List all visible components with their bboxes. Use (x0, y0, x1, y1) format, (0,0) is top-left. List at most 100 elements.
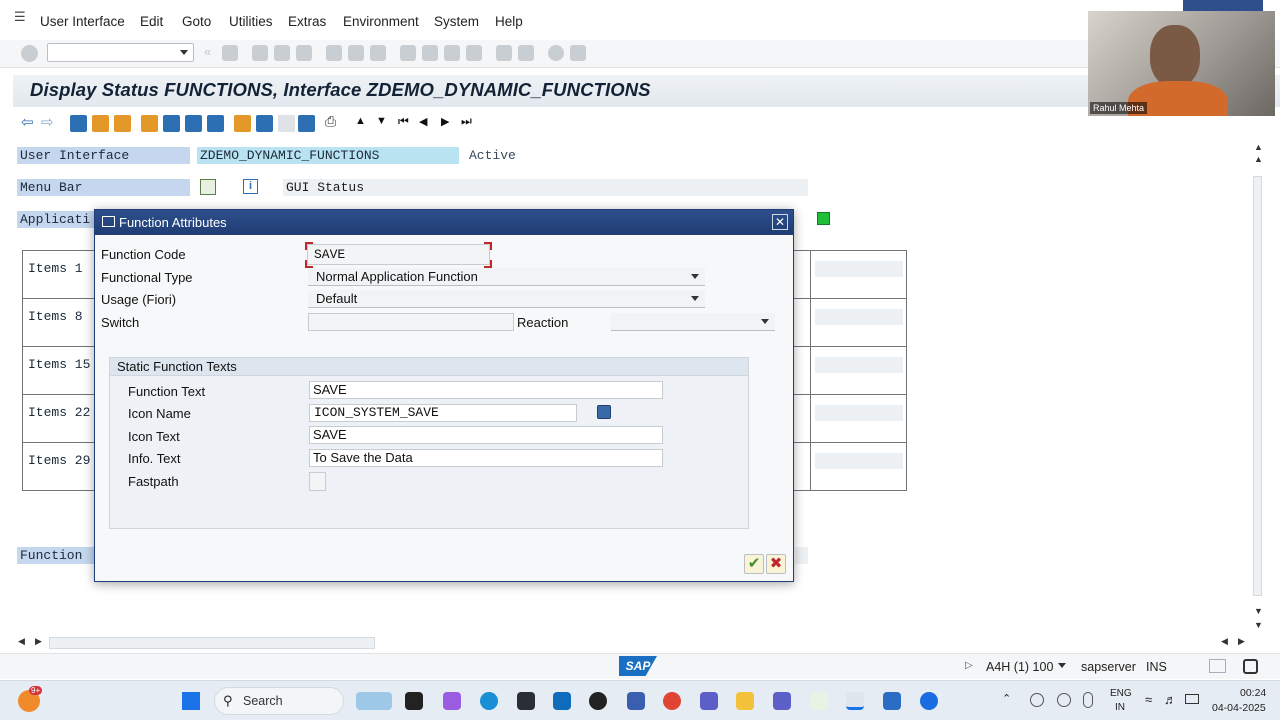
last-page-icon[interactable] (466, 45, 482, 61)
wifi-icon[interactable]: ≈ (1145, 692, 1152, 707)
menu-edit[interactable]: Edit (140, 14, 163, 29)
scroll-left-icon[interactable]: ◀ (1221, 636, 1228, 647)
store-icon[interactable] (517, 692, 535, 710)
active-inactive-icon[interactable] (114, 115, 131, 132)
horizontal-scrollbar[interactable]: ◀ ▶ ◀ ▶ (13, 636, 1253, 650)
sync-icon[interactable] (1057, 693, 1071, 707)
cancel-icon[interactable] (296, 45, 312, 61)
search-highlight-icon[interactable] (356, 692, 392, 710)
onedrive-icon[interactable] (1030, 693, 1044, 707)
menu-user-interface[interactable]: User Interface (40, 14, 125, 29)
exit-icon[interactable] (274, 45, 290, 61)
shortcut-icon[interactable] (518, 45, 534, 61)
usage-fiori-select[interactable]: Default (308, 290, 705, 308)
forward-arrow-icon[interactable]: ⇨ (41, 113, 58, 131)
clock-date[interactable]: 04-04-2025 (1212, 702, 1266, 714)
last-icon[interactable]: ⏭ (461, 114, 478, 131)
menu-utilities[interactable]: Utilities (229, 14, 273, 29)
menu-goto[interactable]: Goto (182, 14, 211, 29)
table-icon[interactable] (278, 115, 295, 132)
cancel-button[interactable]: ✖ (766, 554, 786, 574)
function-text-field[interactable]: SAVE (309, 381, 663, 399)
copilot-icon[interactable] (443, 692, 461, 710)
chevron-down-icon[interactable] (761, 319, 769, 324)
sap-logon-icon[interactable] (810, 692, 828, 710)
display-change-icon[interactable] (70, 115, 87, 132)
scroll-up-icon[interactable]: ▲ (1254, 142, 1263, 152)
chevron-down-icon[interactable] (691, 296, 699, 301)
first-icon[interactable]: ⏮ (398, 114, 415, 131)
expand-icon[interactable] (200, 179, 216, 195)
icon-text-field[interactable]: SAVE (309, 426, 663, 444)
system-info[interactable]: A4H (1) 100 (986, 660, 1053, 674)
status-expand-icon[interactable]: ▷ (965, 660, 973, 671)
clock-time[interactable]: 00:24 (1240, 687, 1266, 699)
menu-environment[interactable]: Environment (343, 14, 419, 29)
command-field[interactable] (47, 43, 194, 62)
grid-cell[interactable] (815, 309, 903, 325)
functional-type-select[interactable]: Normal Application Function (308, 268, 705, 286)
edit-icon[interactable] (163, 115, 180, 132)
menu-options-icon[interactable]: ☰ (14, 10, 28, 24)
find-icon[interactable] (348, 45, 364, 61)
print-icon[interactable] (326, 45, 342, 61)
tray-chevron-icon[interactable]: ⌃ (1002, 692, 1011, 705)
arrow-down-icon[interactable]: ▼ (376, 115, 393, 132)
scroll-down-icon[interactable]: ▼ (1254, 620, 1263, 630)
hierarchy-icon[interactable] (234, 115, 251, 132)
windows-start-icon[interactable] (182, 692, 200, 710)
back-icon[interactable] (252, 45, 268, 61)
menu-system[interactable]: System (434, 14, 479, 29)
scroll-left-icon[interactable]: ◀ (18, 636, 25, 647)
taskbar-search[interactable]: ⚲ Search (214, 687, 344, 715)
chevron-down-icon[interactable] (180, 50, 188, 55)
other-object-icon[interactable] (92, 115, 109, 132)
chevron-down-icon[interactable] (691, 274, 699, 279)
scroll-up-icon[interactable]: ▲ (1254, 154, 1263, 164)
new-session-icon[interactable] (496, 45, 512, 61)
scroll-right-icon[interactable]: ▶ (1238, 636, 1245, 647)
menu-extras[interactable]: Extras (288, 14, 326, 29)
print-icon[interactable]: ⎙ (325, 113, 342, 130)
where-used-icon[interactable] (185, 115, 202, 132)
scroll-thumb[interactable] (49, 637, 375, 649)
notepad-icon[interactable] (883, 692, 901, 710)
confirm-button[interactable]: ✔ (744, 554, 764, 574)
task-view-icon[interactable] (405, 692, 423, 710)
find-next-icon[interactable] (370, 45, 386, 61)
icon-name-field[interactable]: ICON_SYSTEM_SAVE (309, 404, 577, 422)
info-icon[interactable]: i (243, 179, 258, 194)
enter-icon[interactable] (21, 45, 38, 62)
move-icon[interactable] (207, 115, 224, 132)
microphone-icon[interactable] (1083, 692, 1093, 708)
app-icon[interactable] (627, 692, 645, 710)
grid-cell[interactable] (815, 405, 903, 421)
help-icon[interactable] (548, 45, 564, 61)
teams-icon[interactable] (700, 692, 718, 710)
menu-help[interactable]: Help (495, 14, 523, 29)
insert-mode[interactable]: INS (1146, 660, 1167, 674)
chrome-icon[interactable] (663, 692, 681, 710)
lock-icon[interactable] (1243, 659, 1258, 674)
next-icon[interactable]: ▶ (441, 115, 458, 132)
reaction-select[interactable] (611, 313, 775, 331)
zoom-icon[interactable] (920, 692, 938, 710)
previous-page-icon[interactable] (422, 45, 438, 61)
back-arrow-icon[interactable]: ⇦ (21, 113, 38, 131)
grid-cell[interactable] (815, 357, 903, 373)
grid-cell[interactable] (815, 453, 903, 469)
battery-icon[interactable] (1185, 694, 1199, 704)
scroll-right-icon[interactable]: ▶ (35, 636, 42, 647)
scroll-thumb[interactable] (1253, 176, 1262, 596)
align-icon[interactable] (256, 115, 273, 132)
info-icon[interactable] (298, 115, 315, 132)
language-line2[interactable]: IN (1115, 702, 1125, 713)
outlook-icon[interactable] (553, 692, 571, 710)
function-code-field[interactable]: SAVE (307, 244, 490, 265)
first-page-icon[interactable] (400, 45, 416, 61)
info-text-field[interactable]: To Save the Data (309, 449, 663, 467)
teams-icon[interactable] (773, 692, 791, 710)
object-list-icon[interactable] (141, 115, 158, 132)
next-page-icon[interactable] (444, 45, 460, 61)
fastpath-field[interactable] (309, 472, 326, 491)
